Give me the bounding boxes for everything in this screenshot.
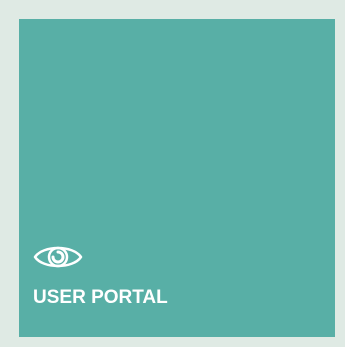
eye-icon [33,242,83,272]
user-portal-tile[interactable]: USER PORTAL [19,19,335,337]
tile-label: USER PORTAL [33,287,168,308]
